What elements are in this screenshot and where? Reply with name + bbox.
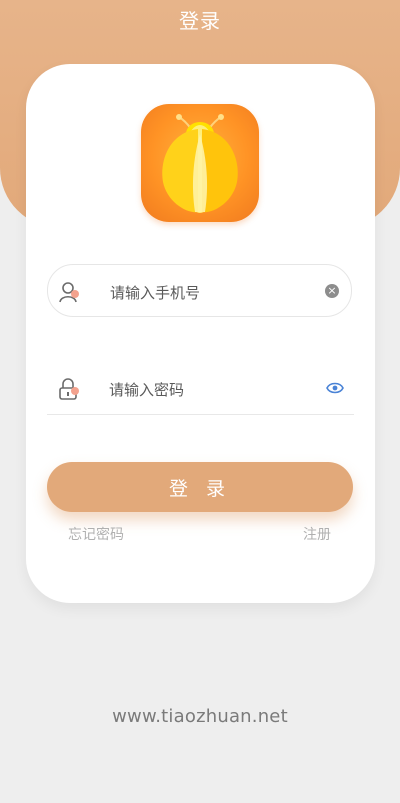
firefly-icon	[162, 114, 238, 213]
watermark-text: www.tiaozhuan.net	[112, 706, 288, 727]
app-logo	[141, 104, 259, 222]
password-field[interactable]	[47, 362, 354, 417]
phone-input[interactable]	[108, 265, 312, 320]
clear-icon[interactable]: ×	[325, 284, 339, 298]
login-card: × 登 录 忘记密码 注册	[26, 64, 375, 603]
lock-icon	[57, 377, 81, 401]
page-title: 登录	[179, 9, 221, 33]
forgot-password-link[interactable]: 忘记密码	[68, 525, 124, 545]
phone-field[interactable]: ×	[47, 264, 352, 320]
password-input[interactable]	[107, 362, 311, 417]
register-link[interactable]: 注册	[303, 525, 331, 545]
user-icon	[58, 280, 82, 304]
login-button[interactable]: 登 录	[47, 462, 353, 512]
eye-icon[interactable]	[326, 380, 344, 394]
